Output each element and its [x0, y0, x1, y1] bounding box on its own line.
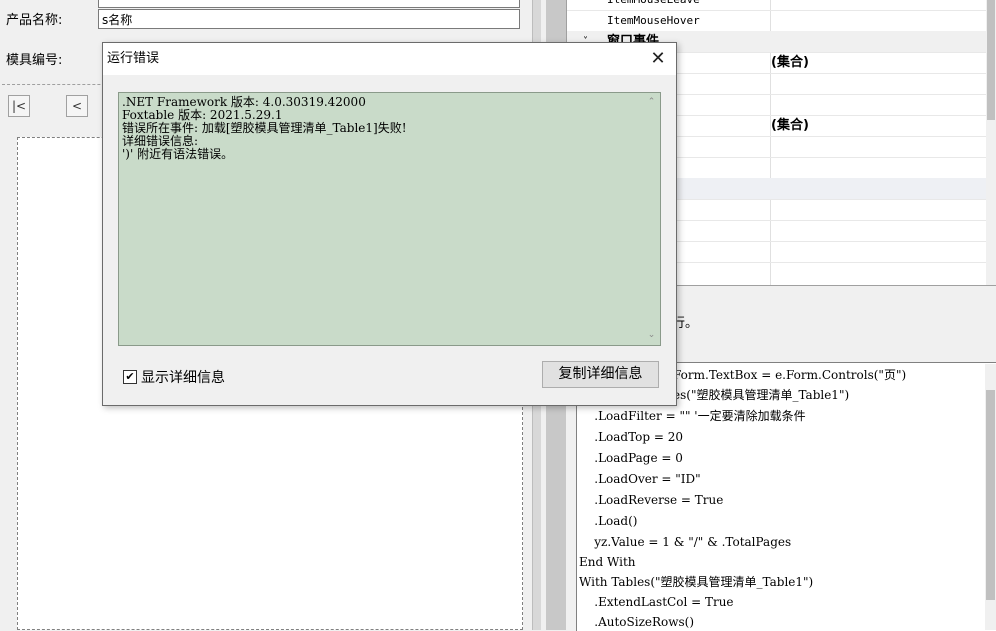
checkbox-check-icon[interactable]: ✔ [123, 370, 137, 384]
code-line: .LoadPage = 0 [579, 451, 683, 465]
show-detail-checkbox[interactable]: ✔ 显示详细信息 [123, 367, 225, 387]
code-line: .LoadReverse = True [579, 493, 724, 507]
product-name-row: 产品名称: [6, 7, 96, 29]
code-line: Form.TextBox = e.Form.Controls("页") [673, 368, 907, 382]
scroll-down-icon[interactable]: ⌄ [643, 327, 660, 344]
error-detail-text: .NET Framework 版本: 4.0.30319.42000 Foxta… [122, 95, 407, 161]
code-line: yz.Value = 1 & "/" & .TotalPages [579, 535, 792, 549]
property-scroll-thumb[interactable] [987, 0, 995, 120]
code-line: .Load() [579, 514, 638, 528]
dialog-title: 运行错误 [107, 51, 160, 66]
mold-no-label: 模具编号: [6, 52, 63, 68]
property-value: (集合) [771, 118, 809, 133]
code-line: .LoadTop = 20 [579, 430, 684, 444]
code-line: .ExtendLastCol = True [579, 595, 734, 609]
property-value: (集合) [771, 55, 809, 70]
close-icon[interactable]: ✕ [646, 47, 670, 71]
detail-scrollbar[interactable]: ⌃ ⌄ [643, 93, 660, 345]
product-name-field[interactable]: s名称 [98, 9, 520, 29]
code-scroll-thumb[interactable] [986, 390, 995, 600]
property-name: ItemMouseHover [607, 14, 700, 27]
nav-prev-button[interactable]: < [66, 95, 88, 117]
property-name: ItemMouseLeave [607, 0, 700, 10]
code-line: .LoadOver = "ID" [579, 472, 701, 486]
code-line: .LoadFilter = "" '一定要清除加载条件 [579, 409, 806, 423]
dialog-titlebar[interactable]: 运行错误 ✕ [103, 43, 676, 75]
copy-detail-button[interactable]: 复制详细信息 [542, 361, 659, 388]
nav-first-button[interactable]: |< [8, 95, 30, 117]
error-detail-textbox[interactable]: .NET Framework 版本: 4.0.30319.42000 Foxta… [118, 92, 661, 346]
show-detail-label: 显示详细信息 [141, 370, 225, 386]
code-line: .AutoSizeRows() [579, 615, 695, 629]
mold-no-row: 模具编号: [6, 47, 96, 69]
product-no-field[interactable] [98, 0, 520, 8]
code-line: es("塑胶模具管理清单_Table1") [673, 388, 850, 402]
code-line: With Tables("塑胶模具管理清单_Table1") [579, 575, 814, 589]
product-name-label: 产品名称: [6, 12, 63, 28]
scroll-up-icon[interactable]: ⌃ [643, 94, 660, 111]
code-line: End With [579, 555, 636, 569]
error-dialog: 运行错误 ✕ .NET Framework 版本: 4.0.30319.4200… [102, 42, 677, 406]
property-row[interactable]: ItemMouseHover [567, 10, 987, 32]
